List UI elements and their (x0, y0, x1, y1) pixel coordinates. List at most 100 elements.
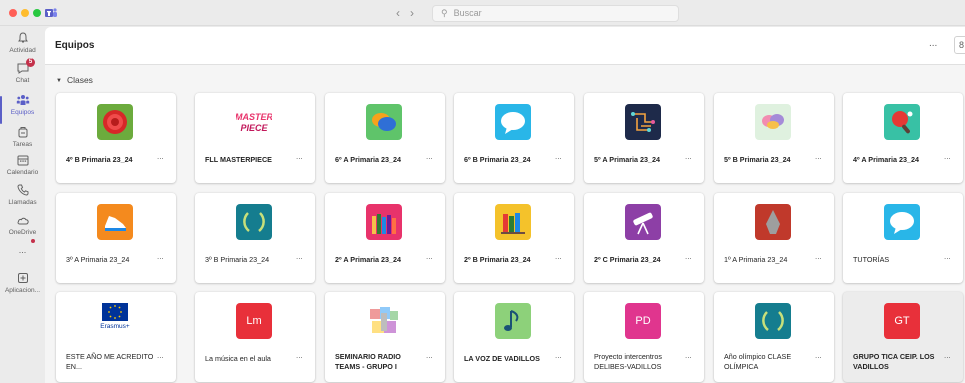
team-more-options-button[interactable]: ... (157, 351, 164, 360)
team-more-options-button[interactable]: ... (296, 351, 303, 360)
team-avatar (495, 303, 531, 339)
header-more-options-button[interactable]: ... (929, 38, 937, 49)
team-more-options-button[interactable]: ... (944, 351, 951, 360)
team-card[interactable]: 2º B Primaria 23_24... (454, 193, 574, 283)
rail-item-tareas[interactable]: Tareas (0, 125, 45, 148)
team-more-options-button[interactable]: ... (296, 152, 303, 161)
ping-pong-icon (884, 104, 920, 140)
team-card[interactable]: Año olímpico CLASE OLÍMPICA... (714, 292, 834, 382)
main-panel: Equipos ... 8 ▼ Clases 4º B Primaria 23_2… (45, 27, 965, 383)
team-avatar (884, 104, 920, 140)
team-avatar (366, 104, 402, 140)
close-window-button[interactable] (9, 9, 17, 17)
team-avatar: MASTER PIECE (236, 104, 272, 140)
rail-item-calendario[interactable]: Calendario (0, 153, 45, 176)
team-more-options-button[interactable]: ... (296, 252, 303, 261)
team-card[interactable]: 4º B Primaria 23_24... (56, 93, 176, 183)
team-more-options-button[interactable]: ... (555, 351, 562, 360)
team-more-options-button[interactable]: ... (815, 152, 822, 161)
page-header: Equipos ... 8 (45, 27, 965, 65)
team-name: 1º A Primaria 23_24 (724, 255, 788, 264)
team-more-options-button[interactable]: ... (555, 152, 562, 161)
target-icon (97, 104, 133, 140)
team-more-options-button[interactable]: ... (426, 252, 433, 261)
team-card[interactable]: SEMINARIO RADIO TEAMS - GRUPO I... (325, 292, 445, 382)
team-card[interactable]: LA VOZ DE VADILLOS... (454, 292, 574, 382)
team-card[interactable]: 3º B Primaria 23_24... (195, 193, 315, 283)
team-avatar (97, 104, 133, 140)
rail-item-aplicaciones[interactable]: Aplicacion... (0, 271, 45, 294)
team-more-options-button[interactable]: ... (815, 351, 822, 360)
more-apps-label: ... (18, 245, 27, 255)
rail-label: Aplicacion... (4, 287, 41, 294)
add-apps-icon (17, 273, 28, 283)
section-label: Clases (66, 75, 93, 85)
erasmus-logo: Erasmus+ (97, 303, 133, 339)
title-bar: ‹› ⚲ Buscar (0, 0, 965, 26)
team-name: Proyecto intercentros DELIBES-VADILLOS (594, 352, 662, 371)
team-avatar (625, 204, 661, 240)
team-name: FLL MASTERPIECE (205, 155, 272, 164)
join-create-team-button[interactable]: 8 (954, 36, 965, 54)
rail-item-more-apps[interactable]: ... (0, 239, 45, 255)
rail-item-chat[interactable]: 5 Chat (0, 58, 45, 84)
team-more-options-button[interactable]: ... (944, 152, 951, 161)
team-more-options-button[interactable]: ... (157, 252, 164, 261)
team-more-options-button[interactable]: ... (685, 152, 692, 161)
team-card[interactable]: MASTER PIECE FLL MASTERPIECE... (195, 93, 315, 183)
notification-dot (31, 239, 35, 243)
team-more-options-button[interactable]: ... (685, 252, 692, 261)
team-card[interactable]: 5º A Primaria 23_24... (584, 93, 704, 183)
zoom-window-button[interactable] (33, 9, 41, 17)
team-card[interactable]: TUTORÍAS... (843, 193, 963, 283)
section-header-clases[interactable]: ▼ Clases (56, 75, 93, 85)
page-title: Equipos (55, 40, 95, 51)
svg-text:PIECE: PIECE (240, 123, 268, 133)
circuit-icon (625, 104, 661, 140)
team-card[interactable]: 4º A Primaria 23_24... (843, 93, 963, 183)
team-avatar (755, 104, 791, 140)
team-more-options-button[interactable]: ... (426, 351, 433, 360)
teams-group-icon (16, 95, 29, 105)
team-name: LA VOZ DE VADILLOS (464, 354, 540, 363)
books-icon (495, 204, 531, 240)
team-more-options-button[interactable]: ... (815, 252, 822, 261)
team-avatar (97, 204, 133, 240)
team-name: 5º B Primaria 23_24 (724, 155, 791, 164)
rail-item-onedrive[interactable]: OneDrive (0, 213, 45, 236)
laurel-icon (236, 204, 272, 240)
team-card[interactable]: Erasmus+ ESTE AÑO ME ACREDITO EN...... (56, 292, 176, 382)
rail-label: Llamadas (8, 199, 37, 206)
rail-item-equipos[interactable]: Equipos (0, 93, 45, 116)
team-card[interactable]: 6º A Primaria 23_24... (325, 93, 445, 183)
team-card[interactable]: 6º B Primaria 23_24... (454, 93, 574, 183)
minimize-window-button[interactable] (21, 9, 29, 17)
team-card[interactable]: 1º A Primaria 23_24... (714, 193, 834, 283)
team-more-options-button[interactable]: ... (944, 252, 951, 261)
team-card[interactable]: 2º C Primaria 23_24... (584, 193, 704, 283)
search-input[interactable]: ⚲ Buscar (432, 5, 679, 22)
team-avatar (495, 204, 531, 240)
forward-arrow-icon[interactable]: › (410, 6, 424, 20)
team-more-options-button[interactable]: ... (426, 152, 433, 161)
rail-item-llamadas[interactable]: Llamadas (0, 183, 45, 206)
team-card[interactable]: 5º B Primaria 23_24... (714, 93, 834, 183)
team-more-options-button[interactable]: ... (685, 351, 692, 360)
team-avatar (755, 303, 791, 339)
music-note-icon (495, 303, 531, 339)
team-card[interactable]: 2º A Primaria 23_24... (325, 193, 445, 283)
sneaker-icon (97, 204, 133, 240)
team-card[interactable]: 3º A Primaria 23_24... (56, 193, 176, 283)
search-placeholder: Buscar (453, 8, 482, 18)
team-more-options-button[interactable]: ... (555, 252, 562, 261)
rail-item-actividad[interactable]: Actividad (0, 31, 45, 54)
team-name: 2º B Primaria 23_24 (464, 255, 531, 264)
rail-label: Calendario (6, 169, 39, 176)
back-arrow-icon[interactable]: ‹ (396, 6, 410, 20)
team-card[interactable]: GT GRUPO TICA CEIP. LOS VADILLOS... (843, 292, 963, 382)
team-more-options-button[interactable]: ... (157, 152, 164, 161)
team-name: La música en el aula (205, 354, 271, 363)
team-card[interactable]: PD Proyecto intercentros DELIBES-VADILLOS… (584, 292, 704, 382)
team-name: ESTE AÑO ME ACREDITO EN... (66, 352, 154, 371)
team-card[interactable]: Lm La música en el aula... (195, 292, 315, 382)
